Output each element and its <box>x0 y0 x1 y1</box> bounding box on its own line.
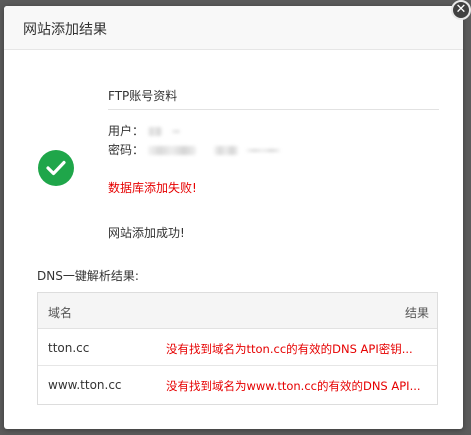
dns-result-table: 域名 结果 tton.cc 没有找到域名为tton.cc的有效的DNS API密… <box>37 292 438 405</box>
ftp-user-label: 用户： <box>108 124 145 138</box>
dialog-header: 网站添加结果 <box>4 6 463 50</box>
table-row: tton.cc 没有找到域名为tton.cc的有效的DNS API密钥... <box>38 329 437 366</box>
ftp-pass-label: 密码： <box>108 143 145 157</box>
result-dialog: 网站添加结果 FTP账号资料 用户： 密码： 数据库添加失败! 网站添加成功! … <box>4 6 463 429</box>
ftp-pass-value-redacted-dots <box>245 149 280 152</box>
close-icon[interactable]: ✕ <box>451 0 471 20</box>
column-header-result: 结果 <box>404 306 429 320</box>
ftp-user-value-redacted-tail <box>171 130 180 133</box>
dns-table-header: 域名 结果 <box>38 293 437 329</box>
ftp-user-row: 用户： <box>108 122 180 139</box>
dns-result-title: DNS一键解析结果: <box>37 269 139 283</box>
row-result: 没有找到域名为tton.cc的有效的DNS API密钥... <box>166 342 413 356</box>
check-circle-icon <box>38 150 74 186</box>
ftp-pass-value-redacted <box>147 146 196 155</box>
divider <box>108 109 439 110</box>
row-result: 没有找到域名为www.tton.cc的有效的DNS API... <box>166 379 421 393</box>
column-header-domain: 域名 <box>48 306 73 320</box>
ftp-pass-row: 密码： <box>108 141 280 158</box>
ftp-pass-value-redacted-tail <box>213 146 238 155</box>
table-row: www.tton.cc 没有找到域名为www.tton.cc的有效的DNS AP… <box>38 366 437 404</box>
ftp-info-title: FTP账号资料 <box>108 89 178 103</box>
site-success-message: 网站添加成功! <box>108 226 185 240</box>
ftp-user-value-redacted <box>147 127 162 136</box>
dialog-title: 网站添加结果 <box>23 22 107 38</box>
row-domain: tton.cc <box>48 341 90 355</box>
db-fail-message: 数据库添加失败! <box>108 181 197 195</box>
row-domain: www.tton.cc <box>48 378 122 392</box>
